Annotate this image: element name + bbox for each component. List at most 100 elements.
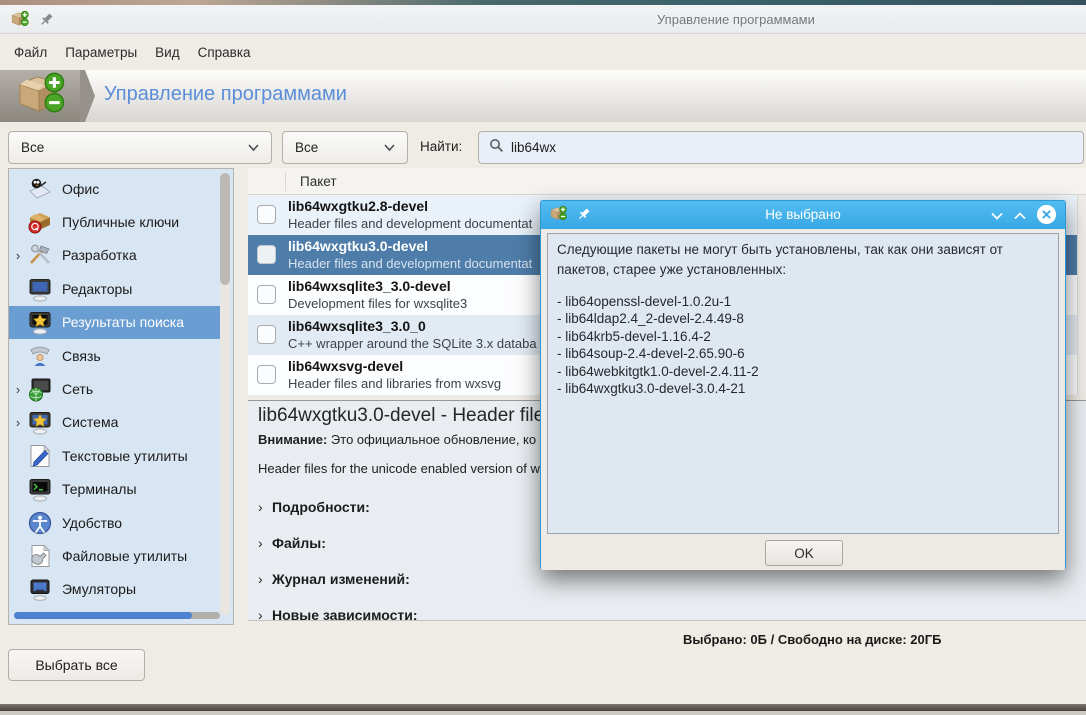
package-description: Header files and development documentat [288, 256, 533, 271]
sidebar-item-label: Удобство [62, 514, 123, 531]
pin-icon[interactable] [39, 12, 54, 32]
window-titlebar: Управление программами [0, 5, 1086, 34]
maximize-icon[interactable] [1013, 208, 1027, 226]
sidebar-item-label: Результаты поиска [62, 314, 185, 331]
dialog-title: Не выбрано [765, 207, 841, 222]
window-bottom-border [0, 704, 1086, 711]
package-checkbox[interactable] [257, 365, 276, 384]
package-checkbox[interactable] [257, 285, 276, 304]
category-filter-dropdown[interactable]: Все [8, 131, 272, 164]
category-filter-value: Все [21, 140, 45, 155]
app-header-banner: Управление программами [0, 70, 1086, 122]
status-bar-text: Выбрано: 0Б / Свободно на диске: 20ГБ [683, 632, 942, 647]
menu-item-view[interactable]: Вид [146, 39, 188, 66]
dialog-message: Следующие пакеты не могут быть установле… [557, 242, 1003, 277]
dialog-package-line: - lib64wxgtku3.0-devel-3.0.4-21 [557, 381, 746, 397]
menu-item-options[interactable]: Параметры [56, 39, 146, 66]
status-filter-value: Все [295, 140, 319, 155]
package-description: C++ wrapper around the SQLite 3.x databa [288, 336, 537, 351]
menu-item-file[interactable]: Файл [5, 39, 56, 66]
file-tools-icon [27, 543, 53, 569]
package-checkbox[interactable] [257, 245, 276, 264]
details-title: lib64wxgtku3.0-devel - Header file [258, 405, 545, 426]
details-expander[interactable]: › Новые зависимости: [258, 597, 758, 633]
close-icon[interactable] [1036, 204, 1057, 230]
expand-arrow-icon[interactable]: › [258, 607, 272, 623]
sidebar-item-label: Эмуляторы [62, 581, 137, 598]
terminals-icon [27, 476, 53, 502]
sidebar-item[interactable]: › Разработка [9, 239, 225, 272]
package-name: lib64wxsvg-devel [288, 358, 404, 374]
expand-arrow-icon[interactable]: › [258, 499, 272, 515]
sidebar-item-label: Сеть [62, 381, 94, 398]
dialog-footer: OK [541, 535, 1065, 570]
package-checkbox[interactable] [257, 205, 276, 224]
expand-arrow-icon[interactable]: › [9, 415, 27, 430]
package-column-header[interactable]: Пакет [300, 174, 337, 189]
scrollbar-thumb[interactable] [220, 173, 230, 285]
sidebar-item[interactable]: Публичные ключи [9, 205, 225, 238]
sidebar-item[interactable]: › Сеть [9, 372, 225, 405]
package-description: Header files and development documentat [288, 216, 533, 231]
sidebar-horizontal-scrollbar[interactable] [14, 612, 220, 619]
sidebar-item[interactable]: Эмуляторы [9, 573, 225, 606]
status-filter-dropdown[interactable]: Все [282, 131, 408, 164]
package-description: Header files and libraries from wxsvg [288, 376, 502, 391]
category-list: Офис Публичные ключи › Разработка Редакторы Р… [9, 172, 225, 606]
warning-text: Это официальное обновление, ко [327, 432, 537, 447]
column-separator [285, 172, 286, 191]
category-sidebar: Офис Публичные ключи › Разработка Редакторы Р… [8, 168, 234, 625]
chevron-down-icon [247, 143, 260, 152]
sidebar-item-label: Файловые утилиты [62, 547, 188, 564]
sidebar-item[interactable]: Терминалы [9, 473, 225, 506]
menu-item-help[interactable]: Справка [189, 39, 260, 66]
scrollbar-thumb[interactable] [14, 612, 192, 619]
dialog-package-line: - lib64soup-2.4-devel-2.65.90-6 [557, 346, 745, 362]
sidebar-item-label: Текстовые утилиты [62, 447, 188, 464]
sidebar-item[interactable]: Удобство [9, 506, 225, 539]
minimize-icon[interactable] [990, 208, 1004, 226]
banner-icon-block [0, 70, 80, 122]
expand-arrow-icon[interactable]: › [9, 382, 27, 397]
package-name: lib64wxsqlite3_3.0_0 [288, 318, 426, 334]
sidebar-item[interactable]: Результаты поиска [9, 305, 225, 339]
sidebar-item[interactable]: Офис [9, 172, 225, 205]
sidebar-item[interactable]: Файловые утилиты [9, 539, 225, 572]
sidebar-item-label: Редакторы [62, 280, 133, 297]
page-title: Управление программами [104, 83, 347, 105]
editors-icon [27, 276, 53, 302]
package-name: lib64wxgtku3.0-devel [288, 238, 429, 254]
expander-label: Подробности: [272, 499, 370, 515]
sidebar-item-label: Система [62, 414, 119, 431]
sidebar-item[interactable]: Текстовые утилиты [9, 439, 225, 472]
sidebar-item[interactable]: Связь [9, 339, 225, 372]
expand-arrow-icon[interactable]: › [258, 535, 272, 551]
search-input[interactable] [511, 140, 1031, 155]
sidebar-vertical-scrollbar[interactable] [220, 173, 230, 615]
sidebar-item-label: Офис [62, 180, 100, 197]
dialog-package-list: - lib64openssl-devel-1.0.2u-1 - lib64ldap… [557, 293, 1049, 397]
expand-arrow-icon[interactable]: › [9, 248, 27, 263]
ok-button[interactable]: OK [765, 540, 843, 566]
package-list-header[interactable]: Пакет [248, 168, 1086, 195]
package-list-scrollbar[interactable] [1077, 195, 1086, 395]
package-checkbox[interactable] [257, 325, 276, 344]
sidebar-item[interactable]: Редакторы [9, 272, 225, 305]
sidebar-item-label: Связь [62, 347, 101, 364]
text-tools-icon [27, 443, 53, 469]
system-icon [27, 409, 53, 436]
dialog-titlebar[interactable]: Не выбрано [541, 201, 1065, 229]
search-field[interactable] [478, 131, 1084, 164]
expander-label: Журнал изменений: [272, 571, 410, 587]
search-label: Найти: [420, 139, 463, 154]
package-name: lib64wxsqlite3_3.0-devel [288, 278, 451, 294]
emulators-icon [27, 576, 53, 602]
search-results-icon [27, 309, 53, 335]
select-all-button[interactable]: Выбрать все [8, 649, 145, 681]
sidebar-item[interactable]: › Система [9, 406, 225, 439]
sidebar-item-label: Разработка [62, 247, 137, 264]
expander-label: Новые зависимости: [272, 607, 418, 623]
expand-arrow-icon[interactable]: › [258, 571, 272, 587]
menu-bar: Файл Параметры Вид Справка [0, 35, 1086, 70]
dialog-message-area: Следующие пакеты не могут быть установле… [547, 233, 1059, 534]
